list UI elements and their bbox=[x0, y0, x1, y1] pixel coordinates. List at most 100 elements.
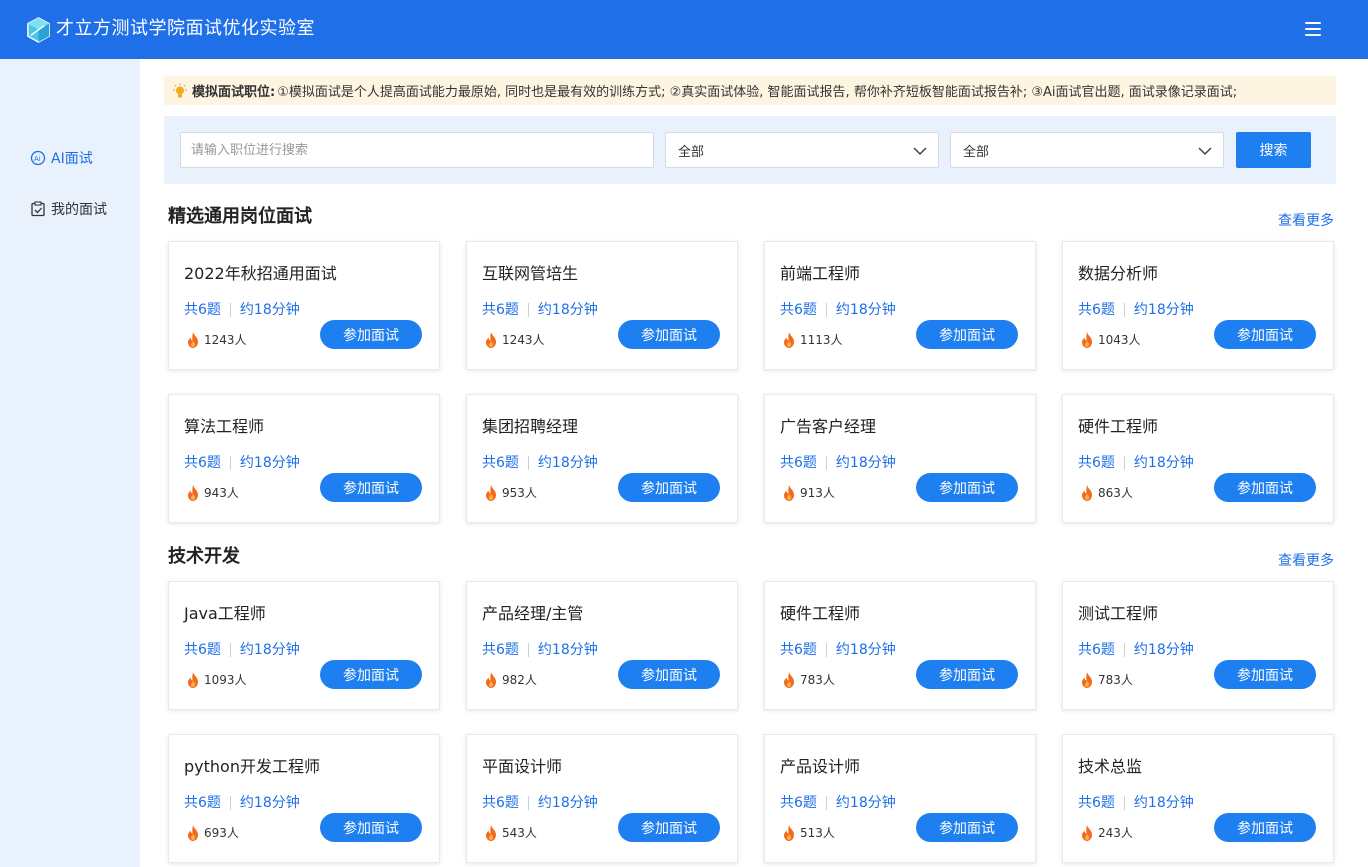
fire-icon bbox=[486, 825, 496, 841]
duration: 约18分钟 bbox=[239, 455, 300, 471]
job-search-input[interactable] bbox=[180, 132, 654, 168]
card-title: 技术总监 bbox=[1078, 757, 1143, 776]
join-interview-button[interactable]: 参加面试 bbox=[1214, 473, 1316, 502]
select-value: 全部 bbox=[963, 144, 990, 160]
chevron-down-icon bbox=[1198, 147, 1212, 156]
search-button[interactable]: 搜索 bbox=[1236, 132, 1311, 168]
join-interview-button[interactable]: 参加面试 bbox=[1214, 660, 1316, 689]
interview-card: 技术总监共6题 约18分钟 243人 参加面试 bbox=[1062, 734, 1334, 863]
participant-count: 863人 bbox=[1078, 484, 1133, 502]
join-interview-button[interactable]: 参加面试 bbox=[320, 813, 422, 842]
card-title: 平面设计师 bbox=[482, 757, 563, 776]
meta-divider bbox=[527, 796, 529, 810]
interview-card: 数据分析师共6题 约18分钟 1043人 参加面试 bbox=[1062, 241, 1334, 370]
join-interview-button[interactable]: 参加面试 bbox=[320, 473, 422, 502]
card-meta: 共6题 约18分钟 bbox=[184, 794, 300, 812]
participant-count-value: 783人 bbox=[800, 673, 835, 687]
question-count: 共6题 bbox=[482, 642, 519, 658]
question-count: 共6题 bbox=[1078, 642, 1115, 658]
participant-count-value: 982人 bbox=[502, 673, 537, 687]
fire-icon bbox=[486, 332, 496, 348]
interview-card: 2022年秋招通用面试 共6题 约18分钟 1243人 参加面试 bbox=[168, 241, 440, 370]
question-count: 共6题 bbox=[184, 455, 221, 471]
card-meta: 共6题 约18分钟 bbox=[482, 454, 598, 472]
notice-text: ①模拟面试是个人提高面试能力最原始, 同时也是最有效的训练方式; ②真实面试体验… bbox=[277, 85, 1238, 100]
card-title: 算法工程师 bbox=[184, 417, 265, 436]
join-interview-button[interactable]: 参加面试 bbox=[916, 320, 1018, 349]
duration: 约18分钟 bbox=[537, 795, 598, 811]
participant-count-value: 863人 bbox=[1098, 486, 1133, 500]
ai-interview-icon: Ai bbox=[30, 150, 46, 166]
card-meta: 共6题 约18分钟 bbox=[1078, 794, 1194, 812]
question-count: 共6题 bbox=[780, 302, 817, 318]
view-more-link[interactable]: 查看更多 bbox=[1278, 211, 1334, 231]
participant-count: 943人 bbox=[184, 484, 239, 502]
card-title: Java工程师 bbox=[184, 604, 266, 623]
join-interview-button[interactable]: 参加面试 bbox=[916, 660, 1018, 689]
interview-card: Java工程师 共6题 约18分钟 1093人 参加面试 bbox=[168, 581, 440, 710]
duration: 约18分钟 bbox=[835, 302, 896, 318]
duration: 约18分钟 bbox=[537, 455, 598, 471]
join-interview-button[interactable]: 参加面试 bbox=[320, 320, 422, 349]
card-meta: 共6题 约18分钟 bbox=[1078, 301, 1194, 319]
view-more-link[interactable]: 查看更多 bbox=[1278, 551, 1334, 571]
duration: 约18分钟 bbox=[239, 302, 300, 318]
join-interview-button[interactable]: 参加面试 bbox=[916, 813, 1018, 842]
cube-logo-icon bbox=[27, 17, 50, 43]
meta-divider bbox=[1123, 303, 1125, 317]
join-interview-button[interactable]: 参加面试 bbox=[1214, 813, 1316, 842]
meta-divider bbox=[229, 643, 231, 657]
participant-count-value: 243人 bbox=[1098, 826, 1133, 840]
join-interview-button[interactable]: 参加面试 bbox=[916, 473, 1018, 502]
meta-divider bbox=[527, 643, 529, 657]
card-meta: 共6题 约18分钟 bbox=[780, 794, 896, 812]
question-count: 共6题 bbox=[780, 642, 817, 658]
participant-count-value: 1043人 bbox=[1098, 333, 1141, 347]
fire-icon bbox=[486, 672, 496, 688]
select-value: 全部 bbox=[678, 144, 705, 160]
interview-card: 广告客户经理 共6题 约18分钟 913人 参加面试 bbox=[764, 394, 1036, 523]
participant-count: 693人 bbox=[184, 824, 239, 842]
fire-icon bbox=[188, 485, 198, 501]
card-title: 硬件工程师 bbox=[780, 604, 861, 623]
join-interview-button[interactable]: 参加面试 bbox=[618, 660, 720, 689]
sidebar-item-my-interviews[interactable]: 我的面试 bbox=[30, 197, 107, 221]
sidebar-item-label: AI面试 bbox=[51, 151, 93, 167]
chevron-down-icon bbox=[913, 147, 927, 156]
participant-count-value: 513人 bbox=[800, 826, 835, 840]
svg-text:Ai: Ai bbox=[34, 155, 41, 163]
fire-icon bbox=[1082, 485, 1092, 501]
participant-count: 982人 bbox=[482, 671, 537, 689]
fire-icon bbox=[188, 825, 198, 841]
join-interview-button[interactable]: 参加面试 bbox=[618, 473, 720, 502]
search-panel: 全部 全部 搜索 bbox=[164, 116, 1336, 184]
card-title: 集团招聘经理 bbox=[482, 417, 579, 436]
hamburger-menu-icon[interactable] bbox=[1302, 20, 1326, 40]
interview-card: 产品经理/主管 共6题 约18分钟 982人 参加面试 bbox=[466, 581, 738, 710]
card-title: 数据分析师 bbox=[1078, 264, 1159, 283]
meta-divider bbox=[825, 456, 827, 470]
card-meta: 共6题 约18分钟 bbox=[482, 301, 598, 319]
join-interview-button[interactable]: 参加面试 bbox=[618, 813, 720, 842]
sidebar: Ai AI面试 我的面试 bbox=[0, 59, 140, 867]
meta-divider bbox=[229, 796, 231, 810]
duration: 约18分钟 bbox=[1133, 642, 1194, 658]
sidebar-item-ai-interview[interactable]: Ai AI面试 bbox=[30, 146, 93, 170]
join-interview-button[interactable]: 参加面试 bbox=[618, 320, 720, 349]
category-select-1[interactable]: 全部 bbox=[665, 132, 939, 168]
interview-card: 算法工程师共6题 约18分钟 943人 参加面试 bbox=[168, 394, 440, 523]
meta-divider bbox=[527, 456, 529, 470]
participant-count-value: 913人 bbox=[800, 486, 835, 500]
question-count: 共6题 bbox=[184, 302, 221, 318]
join-interview-button[interactable]: 参加面试 bbox=[1214, 320, 1316, 349]
interview-card: 测试工程师 共6题 约18分钟 783人 参加面试 bbox=[1062, 581, 1334, 710]
category-select-2[interactable]: 全部 bbox=[950, 132, 1224, 168]
question-count: 共6题 bbox=[780, 795, 817, 811]
participant-count: 243人 bbox=[1078, 824, 1133, 842]
interview-card: 前端工程师 共6题 约18分钟 1113人 参加面试 bbox=[764, 241, 1036, 370]
fire-icon bbox=[188, 672, 198, 688]
duration: 约18分钟 bbox=[537, 302, 598, 318]
participant-count: 543人 bbox=[482, 824, 537, 842]
meta-divider bbox=[1123, 643, 1125, 657]
join-interview-button[interactable]: 参加面试 bbox=[320, 660, 422, 689]
